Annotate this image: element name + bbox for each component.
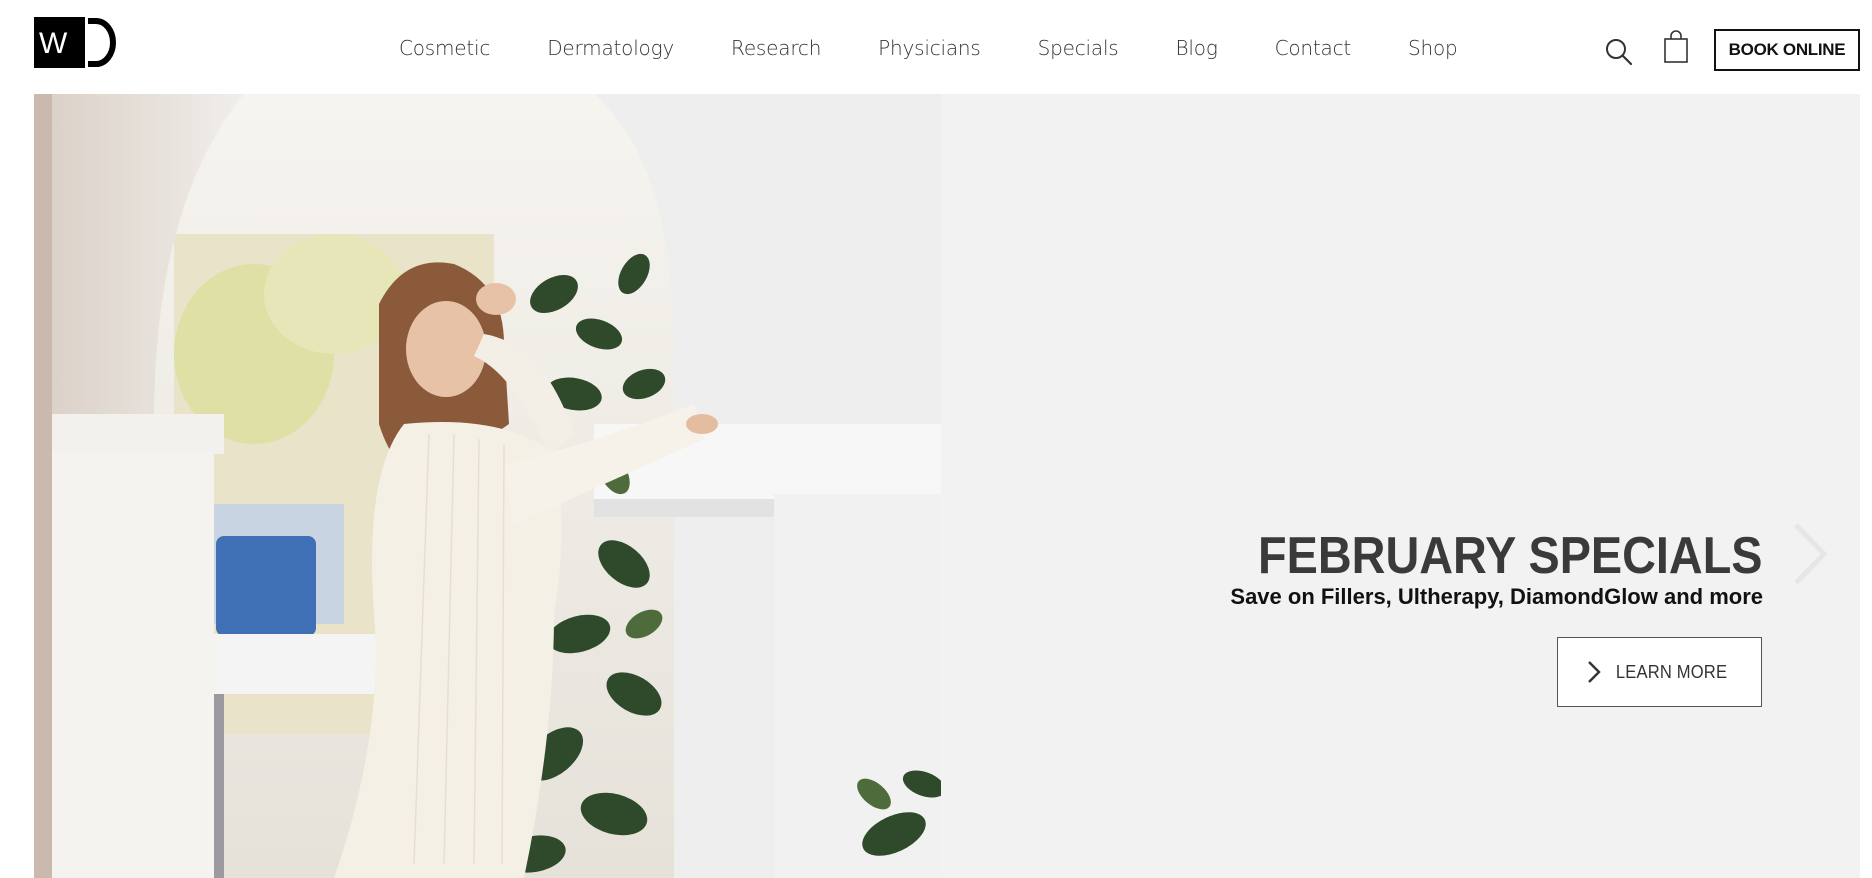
logo-d-shape — [88, 18, 116, 67]
logo-mark: W — [34, 17, 85, 68]
search-button[interactable] — [1604, 37, 1634, 67]
logo-letter: W — [39, 27, 67, 60]
chevron-right-icon — [1588, 661, 1601, 683]
hero-slide: FEBRUARY SPECIALS Save on Fillers, Ulthe… — [34, 94, 1860, 878]
search-icon — [1606, 39, 1633, 66]
next-slide-button[interactable] — [1788, 519, 1832, 589]
hero-title: FEBRUARY SPECIALS — [1258, 527, 1763, 585]
nav-item-specials[interactable]: Specials — [1038, 36, 1119, 60]
cart-button[interactable] — [1662, 30, 1690, 64]
hero-subtitle: Save on Fillers, Ultherapy, DiamondGlow … — [1230, 584, 1763, 609]
hero-image — [34, 94, 941, 878]
nav-item-research[interactable]: Research — [731, 36, 821, 60]
learn-more-label: LEARN MORE — [1615, 661, 1728, 682]
nav-item-blog[interactable]: Blog — [1176, 36, 1218, 60]
hero-photo — [34, 94, 941, 878]
learn-more-button[interactable]: LEARN MORE — [1557, 637, 1762, 707]
nav-item-dermatology[interactable]: Dermatology — [547, 36, 674, 60]
nav-item-shop[interactable]: Shop — [1408, 36, 1458, 60]
main-nav: Cosmetic Dermatology Research Physicians… — [370, 36, 1458, 60]
brand-logo[interactable]: W — [34, 17, 122, 68]
nav-item-contact[interactable]: Contact — [1275, 36, 1352, 60]
site-header: W Cosmetic Dermatology Research Physicia… — [0, 0, 1872, 94]
nav-item-physicians[interactable]: Physicians — [878, 36, 981, 60]
shopping-bag-icon — [1664, 30, 1688, 63]
chevron-right-icon — [1794, 523, 1828, 585]
book-online-button[interactable]: BOOK ONLINE — [1714, 29, 1860, 71]
nav-item-cosmetic[interactable]: Cosmetic — [399, 36, 490, 60]
